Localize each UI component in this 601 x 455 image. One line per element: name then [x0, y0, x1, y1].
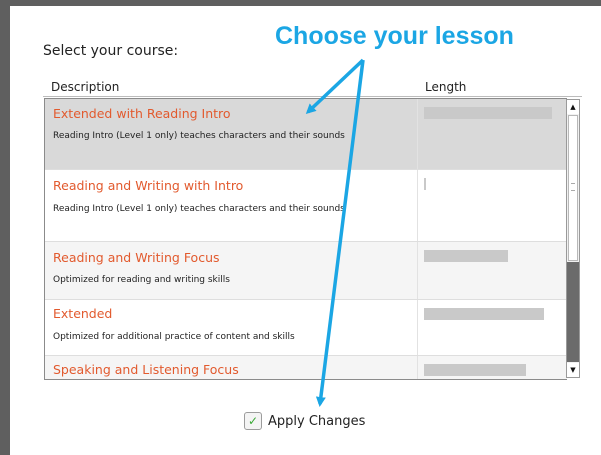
length-bar: [424, 308, 544, 320]
scroll-track[interactable]: [567, 262, 579, 362]
course-row[interactable]: Extended with Reading Intro Reading Intr…: [45, 99, 567, 170]
length-cell: [417, 356, 567, 379]
length-bar: [424, 364, 526, 376]
length-bar: [424, 107, 552, 119]
length-bar: [424, 250, 508, 262]
length-cell: [417, 170, 567, 241]
triangle-down-icon[interactable]: ▼: [567, 363, 579, 377]
length-bar: [424, 178, 426, 190]
course-row[interactable]: Extended Optimized for additional practi…: [45, 300, 567, 356]
annotation-callout: Choose your lesson: [275, 22, 514, 50]
apply-changes-label: Apply Changes: [268, 413, 366, 429]
scroll-thumb[interactable]: [568, 115, 578, 261]
course-title: Extended: [53, 306, 113, 321]
course-title: Speaking and Listening Focus: [53, 362, 239, 377]
course-subtitle: Reading Intro (Level 1 only) teaches cha…: [53, 204, 345, 214]
course-subtitle: Optimized for additional practice of con…: [53, 332, 295, 342]
header-divider: [43, 96, 582, 97]
select-course-label: Select your course:: [43, 43, 179, 59]
length-cell: [417, 99, 567, 169]
course-subtitle: Optimized for reading and writing skills: [53, 275, 230, 285]
course-row[interactable]: Reading and Writing with Intro Reading I…: [45, 170, 567, 242]
checkmark-icon[interactable]: ✓: [244, 412, 262, 430]
grip-icon: [571, 183, 575, 191]
column-header-length[interactable]: Length: [425, 80, 466, 94]
course-row[interactable]: Reading and Writing Focus Optimized for …: [45, 242, 567, 300]
apply-changes-control[interactable]: ✓ Apply Changes: [244, 411, 365, 431]
course-row[interactable]: Speaking and Listening Focus: [45, 356, 567, 379]
course-subtitle: Reading Intro (Level 1 only) teaches cha…: [53, 131, 345, 141]
course-title: Reading and Writing with Intro: [53, 178, 244, 193]
length-cell: [417, 300, 567, 355]
course-list: Extended with Reading Intro Reading Intr…: [44, 98, 567, 380]
length-cell: [417, 242, 567, 299]
course-title: Extended with Reading Intro: [53, 106, 231, 121]
triangle-up-icon[interactable]: ▲: [567, 100, 579, 114]
column-header-description[interactable]: Description: [51, 80, 119, 94]
course-title: Reading and Writing Focus: [53, 250, 220, 265]
vertical-scrollbar[interactable]: ▲ ▼: [566, 99, 580, 378]
